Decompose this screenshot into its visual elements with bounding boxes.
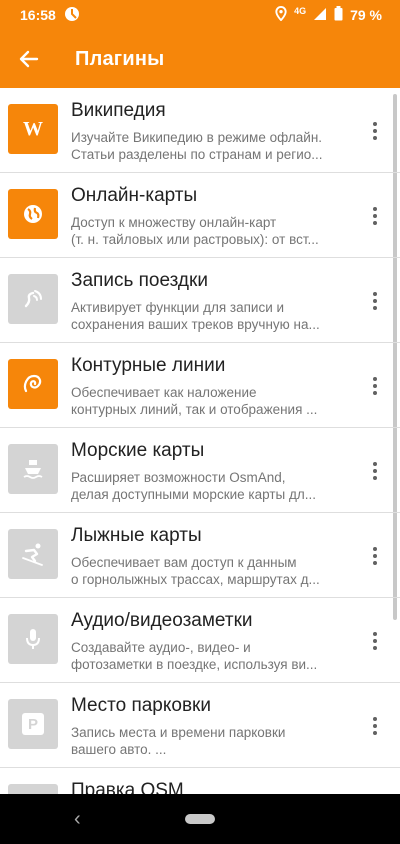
plugin-title: Правка OSM	[71, 780, 184, 794]
plugin-list[interactable]: W Википедия Изучайте Википедию в режиме …	[0, 88, 400, 794]
plugin-row-ski-maps[interactable]: Лыжные карты Обеспечивает вам доступ к д…	[0, 513, 400, 598]
wikipedia-icon: W	[8, 104, 58, 154]
plugin-row-wikipedia[interactable]: W Википедия Изучайте Википедию в режиме …	[0, 88, 400, 173]
nav-home-pill[interactable]	[185, 814, 215, 824]
plugin-description: Создавайте аудио-, видео- и фотозаметки в…	[71, 640, 318, 672]
battery-level: 79 %	[350, 7, 382, 23]
page-title: Плагины	[75, 47, 165, 70]
globe-icon	[8, 189, 58, 239]
plugin-title: Аудио/видеозаметки	[71, 610, 253, 631]
plugin-row-contour-lines[interactable]: Контурные линии Обеспечивает как наложен…	[0, 343, 400, 428]
status-time: 16:58	[20, 7, 56, 23]
overflow-menu-icon[interactable]	[364, 628, 386, 654]
plugin-row-parking[interactable]: P Место парковки Запись места и времени …	[0, 683, 400, 768]
system-nav-bar: ‹	[0, 794, 400, 844]
plugin-title: Википедия	[71, 100, 166, 121]
plugin-title: Онлайн-карты	[71, 185, 198, 206]
status-bar: 16:58 4G 79 %	[0, 0, 400, 30]
plugin-description: Запись места и времени парковки вашего ав…	[71, 725, 286, 757]
location-icon	[275, 5, 287, 24]
plugin-description: Обеспечивает вам доступ к данным о горнол…	[71, 555, 320, 587]
plugin-row-audio-video-notes[interactable]: Аудио/видеозаметки Создавайте аудио-, ви…	[0, 598, 400, 683]
plugin-title: Место парковки	[71, 695, 211, 716]
overflow-menu-icon[interactable]	[364, 118, 386, 144]
plugin-row-online-maps[interactable]: Онлайн-карты Доступ к множеству онлайн-к…	[0, 173, 400, 258]
parking-icon: P	[8, 699, 58, 749]
signal-icon	[313, 7, 327, 24]
plugin-title: Запись поездки	[71, 270, 208, 291]
plugin-row-nautical-maps[interactable]: Морские карты Расширяет возможности OsmA…	[0, 428, 400, 513]
overflow-menu-icon[interactable]	[364, 203, 386, 229]
plugin-description: Изучайте Википедию в режиме офлайн. Стать…	[71, 130, 323, 162]
microphone-icon	[8, 614, 58, 664]
plugin-description: Обеспечивает как наложение контурных лини…	[71, 385, 318, 417]
osm-edit-icon	[8, 784, 58, 794]
overflow-menu-icon[interactable]	[364, 713, 386, 739]
plugin-title: Контурные линии	[71, 355, 226, 376]
overflow-menu-icon[interactable]	[364, 543, 386, 569]
trip-recording-icon	[8, 274, 58, 324]
network-type: 4G	[294, 6, 307, 16]
back-button[interactable]	[0, 30, 58, 88]
plugin-title: Морские карты	[71, 440, 205, 461]
battery-icon	[334, 6, 343, 24]
plugin-row-osm-editing[interactable]: Правка OSM	[0, 768, 400, 794]
app-bar: Плагины	[0, 30, 400, 88]
nav-back-icon[interactable]: ‹	[74, 808, 81, 831]
plugin-description: Расширяет возможности OsmAnd, делая досту…	[71, 470, 316, 502]
plugin-title: Лыжные карты	[71, 525, 202, 546]
skier-icon	[8, 529, 58, 579]
overflow-menu-icon[interactable]	[364, 458, 386, 484]
notification-icon	[64, 6, 80, 25]
arrow-back-icon	[19, 50, 39, 68]
overflow-menu-icon[interactable]	[364, 288, 386, 314]
plugin-row-trip-recording[interactable]: Запись поездки Активирует функции для за…	[0, 258, 400, 343]
plugin-description: Активирует функции для записи и сохранени…	[71, 300, 320, 332]
contour-lines-icon	[8, 359, 58, 409]
plugin-description: Доступ к множеству онлайн-карт (т. н. тай…	[71, 215, 319, 247]
overflow-menu-icon[interactable]	[364, 373, 386, 399]
ship-icon	[8, 444, 58, 494]
